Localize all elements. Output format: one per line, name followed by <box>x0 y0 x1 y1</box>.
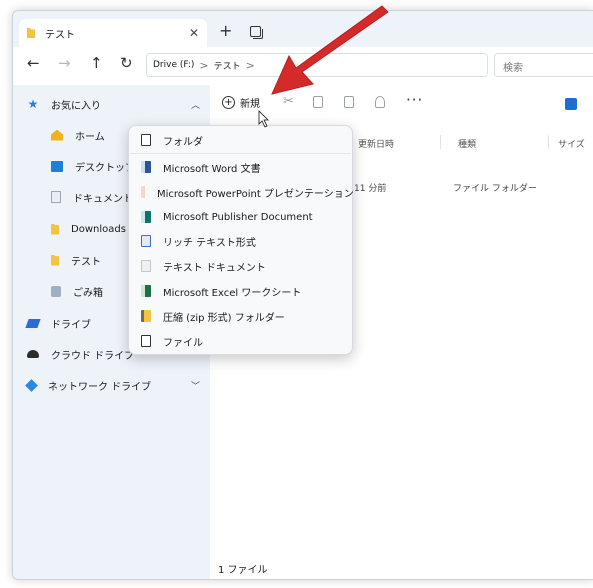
menu-item-powerpoint[interactable]: Microsoft PowerPoint プレゼンテーション <box>129 182 354 202</box>
chevron-right-icon: > <box>199 58 209 72</box>
text-document-icon <box>141 260 151 272</box>
sidebar-item-home[interactable]: ホーム <box>51 125 105 145</box>
chevron-right-icon: > <box>245 58 255 72</box>
sidebar-item-label: ネットワーク ドライブ <box>48 381 152 393</box>
menu-item-label: Microsoft Word 文書 <box>163 163 261 175</box>
sidebar-item-network-drive[interactable]: ネットワーク ドライブ <box>25 375 152 395</box>
paste-icon[interactable] <box>344 96 354 108</box>
menu-item-file[interactable]: ファイル <box>129 331 352 351</box>
sidebar-item-label: ホーム <box>75 131 105 143</box>
sidebar-item-label: デスクトップ <box>75 162 135 174</box>
search-input[interactable]: 検索 <box>494 53 593 77</box>
breadcrumb-folder[interactable]: テスト <box>214 59 241 72</box>
sidebar-item-label: ドキュメント <box>73 193 133 205</box>
copy-icon[interactable] <box>313 96 323 108</box>
rich-text-icon <box>141 235 151 247</box>
menu-item-folder[interactable]: フォルダ <box>129 130 352 150</box>
word-icon <box>141 161 151 173</box>
publisher-icon <box>141 211 151 223</box>
excel-icon <box>141 285 151 297</box>
folder-icon <box>51 223 59 235</box>
folder-icon <box>27 28 35 38</box>
sidebar-item-label: Downloads <box>71 223 126 235</box>
desktop-icon <box>51 160 63 172</box>
cut-icon[interactable]: ✂ <box>283 94 294 109</box>
sidebar-item-label: クラウド ドライブ <box>51 350 135 362</box>
tab-title: テスト <box>45 29 75 41</box>
powerpoint-icon <box>141 186 145 198</box>
address-bar[interactable]: Drive (F:) > テスト > <box>146 53 488 77</box>
sidebar-item-recycle-bin[interactable]: ごみ箱 <box>51 281 103 301</box>
menu-item-label: Microsoft PowerPoint プレゼンテーション <box>157 188 354 200</box>
new-item-menu: フォルダ Microsoft Word 文書 Microsoft PowerPo… <box>128 125 354 355</box>
menu-item-label: 圧縮 (zip 形式) フォルダー <box>163 312 285 324</box>
sidebar-item-test[interactable]: テスト <box>51 250 101 270</box>
menu-item-word[interactable]: Microsoft Word 文書 <box>129 157 352 177</box>
sidebar-item-cloud-drive[interactable]: クラウド ドライブ <box>27 344 134 364</box>
column-header-modified[interactable]: 更新日時 <box>358 137 394 150</box>
sidebar-item-desktop[interactable]: デスクトップ <box>51 156 135 176</box>
sidebar-item-label: ごみ箱 <box>73 287 103 299</box>
close-tab-icon[interactable]: ✕ <box>189 26 199 40</box>
column-header-type[interactable]: 種類 <box>458 137 476 150</box>
more-options-icon[interactable]: ··· <box>406 91 423 109</box>
new-button-label: 新規 <box>240 99 260 110</box>
cloud-drive-icon <box>27 350 39 358</box>
rename-icon[interactable] <box>375 96 385 108</box>
sidebar-item-drive[interactable]: ドライブ <box>25 313 91 333</box>
command-bar: + 新規 ✂ ··· <box>210 85 593 123</box>
menu-item-zip-folder[interactable]: 圧縮 (zip 形式) フォルダー <box>129 306 352 326</box>
new-tab-button[interactable]: + <box>219 23 232 39</box>
back-arrow-icon[interactable]: ← <box>27 55 40 71</box>
column-divider[interactable] <box>440 135 441 149</box>
column-header-size[interactable]: サイズ <box>558 137 585 150</box>
row-modified: 11 分前 <box>354 184 387 194</box>
home-icon <box>51 129 63 141</box>
tab-overview-icon[interactable] <box>250 26 263 39</box>
menu-item-text-document[interactable]: テキスト ドキュメント <box>129 256 352 276</box>
select-view-icon[interactable] <box>565 98 577 110</box>
refresh-icon[interactable]: ↻ <box>120 55 133 71</box>
menu-item-label: テキスト ドキュメント <box>163 262 266 274</box>
plus-circle-icon: + <box>222 96 235 109</box>
forward-arrow-icon[interactable]: → <box>58 55 71 71</box>
sidebar-item-label: ドライブ <box>51 319 91 331</box>
menu-item-label: フォルダ <box>163 136 203 148</box>
document-icon <box>51 191 61 203</box>
breadcrumb-drive[interactable]: Drive (F:) <box>153 60 194 70</box>
drive-icon <box>25 318 41 328</box>
sidebar-item-downloads[interactable]: Downloads <box>51 219 126 239</box>
menu-item-rich-text[interactable]: リッチ テキスト形式 <box>129 231 352 251</box>
up-arrow-icon[interactable]: ↑ <box>90 55 103 71</box>
sidebar-item-documents[interactable]: ドキュメント <box>51 187 133 207</box>
row-type: ファイル フォルダー <box>453 184 537 194</box>
menu-item-publisher[interactable]: Microsoft Publisher Document <box>129 207 352 227</box>
recycle-bin-icon <box>51 285 61 297</box>
tab-test[interactable]: テスト ✕ <box>19 19 207 47</box>
folder-outline-icon <box>141 134 151 146</box>
status-bar-count: 1 ファイル <box>218 565 268 576</box>
star-icon: ★ <box>27 96 39 111</box>
network-drive-icon <box>25 378 38 392</box>
sidebar-item-label: テスト <box>71 256 101 268</box>
new-button[interactable]: + 新規 <box>222 95 260 110</box>
menu-divider <box>130 153 351 154</box>
zip-folder-icon <box>141 310 151 322</box>
menu-item-excel[interactable]: Microsoft Excel ワークシート <box>129 281 352 301</box>
menu-item-label: Microsoft Publisher Document <box>163 211 313 223</box>
menu-item-label: Microsoft Excel ワークシート <box>163 287 302 299</box>
chevron-up-icon[interactable]: ︿ <box>191 98 200 111</box>
sidebar-item-label: お気に入り <box>51 100 101 112</box>
menu-item-label: ファイル <box>163 337 203 349</box>
menu-item-label: リッチ テキスト形式 <box>163 237 256 249</box>
sidebar-item-favorites[interactable]: ★ お気に入り <box>27 94 101 114</box>
file-icon <box>141 335 151 347</box>
column-divider[interactable] <box>548 135 549 149</box>
chevron-down-icon[interactable]: ﹀ <box>191 379 200 392</box>
folder-icon <box>51 254 59 266</box>
